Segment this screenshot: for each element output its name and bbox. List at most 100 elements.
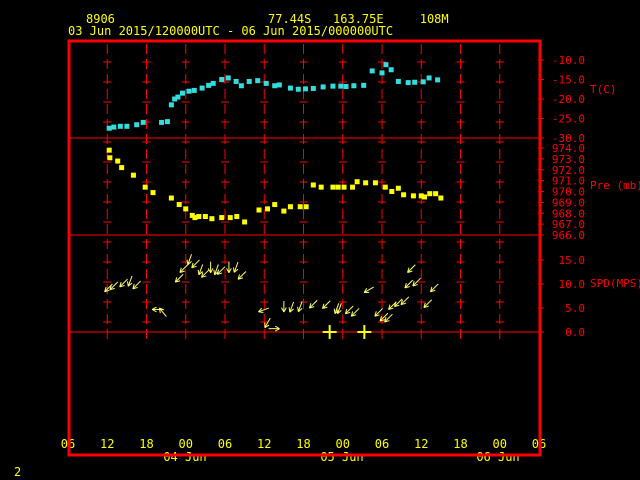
temperature-point [117, 123, 123, 129]
temperature-point [287, 85, 293, 91]
temperature-point [338, 83, 344, 89]
x-tick-label: 00 [179, 437, 193, 451]
wind-arrow-head [127, 281, 129, 287]
temperature-point [186, 88, 192, 94]
pressure-point [363, 180, 369, 186]
x-tick-label: 18 [296, 437, 310, 451]
temperature-point [263, 80, 269, 86]
y-tick-label: 15.0 [559, 254, 586, 267]
pressure-point [227, 215, 233, 221]
x-tick-label: 18 [139, 437, 153, 451]
temperature-point [210, 80, 216, 86]
chart-marks: 06 12 18 00 06 12 18 00 06 12 18 00 0604 Jun 05 Jun 06… [61, 54, 640, 464]
pressure-point [107, 155, 113, 161]
pressure-point [350, 184, 356, 190]
pressure-point [438, 195, 444, 201]
pressure-point [410, 193, 416, 199]
temperature-point [246, 78, 252, 84]
temperature-point [219, 77, 225, 82]
wind-arrow-head [297, 306, 299, 312]
day-label: 06 Jun [476, 450, 519, 464]
wind-arrow-head [213, 269, 216, 275]
axis-label-pressure: Pre (mb) [590, 179, 640, 192]
temperature-point [405, 80, 411, 86]
temperature-point [395, 78, 401, 84]
pressure-point [354, 179, 360, 185]
y-tick-label: 966.0 [552, 229, 585, 242]
pressure-point [382, 184, 388, 190]
pressure-point [297, 204, 303, 210]
x-tick-label: 12 [100, 437, 114, 451]
page-number: 2 [14, 465, 21, 479]
temperature-point [179, 90, 185, 96]
pressure-point [341, 184, 347, 190]
pressure-point [318, 184, 324, 190]
x-tick-label: 00 [493, 437, 507, 451]
temperature-point [320, 84, 326, 90]
temperature-point [276, 82, 282, 88]
pressure-point [303, 204, 309, 210]
temperature-point [140, 119, 146, 125]
pressure-point [433, 191, 439, 197]
pressure-point [310, 182, 316, 188]
pressure-point [202, 214, 208, 220]
temperature-point [206, 82, 212, 88]
time-range: 03 Jun 2015/120000UTC - 06 Jun 2015/0000… [68, 24, 393, 38]
temperature-point [233, 78, 239, 84]
temperature-point [361, 82, 367, 88]
x-tick-label: 12 [257, 437, 271, 451]
pressure-point [130, 172, 136, 178]
temperature-point [175, 94, 181, 100]
pressure-point [256, 207, 262, 213]
wind-arrow-head [197, 269, 200, 275]
y-tick-label: 5.0 [565, 302, 585, 315]
pressure-point [219, 215, 225, 221]
temperature-point [302, 86, 308, 92]
temperature-point [111, 124, 117, 130]
temperature-point [238, 83, 244, 89]
pressure-point [330, 184, 336, 190]
day-label: 04 Jun [163, 450, 206, 464]
day-label: 05 Jun [320, 450, 363, 464]
pressure-point [183, 206, 189, 212]
temperature-point [134, 122, 140, 128]
temperature-point [225, 75, 231, 81]
pressure-point [150, 190, 156, 196]
wind-arrow-head [333, 308, 336, 314]
temperature-point [351, 83, 357, 89]
y-tick-label: -15.0 [552, 74, 585, 87]
temperature-point [159, 119, 165, 125]
temperature-point [388, 67, 394, 73]
temperature-point [412, 79, 418, 85]
pressure-point [389, 189, 395, 194]
y-tick-label: -20.0 [552, 93, 585, 106]
pressure-point [272, 202, 278, 208]
axis-label-wind: SPD(MPS) [590, 277, 640, 290]
temperature-point [369, 68, 375, 74]
temperature-point [426, 75, 432, 81]
temperature-point [164, 119, 170, 125]
y-tick-label: -10.0 [552, 54, 585, 67]
wind-arrow-head [186, 259, 189, 265]
temperature-point [106, 125, 112, 131]
pressure-point [395, 185, 401, 191]
pressure-point [168, 195, 174, 201]
pressure-point [115, 158, 121, 164]
pressure-point [142, 184, 148, 190]
pressure-point [427, 191, 433, 197]
temperature-point [295, 86, 301, 92]
axis-label-temperature: T(C) [590, 83, 617, 96]
wind-arrow-head [288, 307, 291, 313]
pressure-point [372, 180, 378, 186]
y-tick-label: -25.0 [552, 113, 585, 126]
temperature-point [310, 85, 316, 91]
temperature-point [330, 83, 336, 89]
temperature-point [255, 78, 261, 84]
temperature-point [343, 84, 349, 90]
temperature-point [379, 70, 385, 76]
pressure-point [234, 214, 240, 220]
temperature-point [199, 85, 205, 91]
pressure-point [209, 216, 215, 222]
x-tick-label: 18 [453, 437, 467, 451]
temperature-point [191, 87, 197, 93]
